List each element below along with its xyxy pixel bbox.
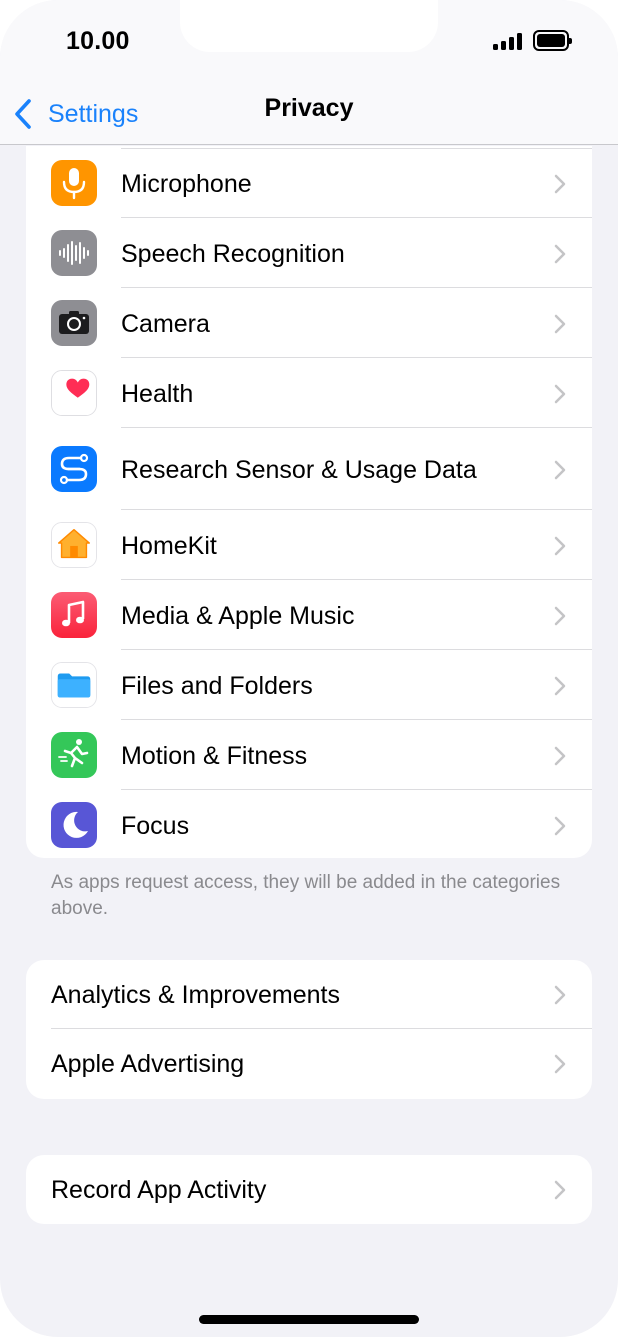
battery-icon xyxy=(533,30,572,51)
list-item-health[interactable]: Health xyxy=(26,358,592,428)
list-item-apple-advertising[interactable]: Apple Advertising xyxy=(26,1029,592,1099)
list-item-label: Research Sensor & Usage Data xyxy=(121,456,477,484)
list-item-record-app-activity[interactable]: Record App Activity xyxy=(26,1155,592,1224)
section-footer-note: As apps request access, they will be add… xyxy=(51,872,561,919)
camera-icon xyxy=(51,300,97,346)
microphone-icon xyxy=(51,160,97,206)
list-item-research-sensor[interactable]: Research Sensor & Usage Data xyxy=(26,428,592,510)
list-item-label: Microphone xyxy=(121,170,252,198)
list-item-label: Focus xyxy=(121,812,190,840)
list-item-label: Health xyxy=(121,380,194,408)
phone-screen: 10.00 Settings Privacy Microphone Speech xyxy=(0,0,618,1337)
chevron-right-icon xyxy=(554,536,566,556)
list-item-label: Analytics & Improvements xyxy=(51,981,340,1009)
page-title: Privacy xyxy=(264,94,354,122)
running-figure-icon xyxy=(51,732,97,778)
home-indicator[interactable] xyxy=(199,1315,419,1324)
list-item-label: Record App Activity xyxy=(51,1176,267,1204)
privacy-categories-list: Microphone Speech Recognition Camera Hea… xyxy=(26,146,592,858)
list-item-focus[interactable]: Focus xyxy=(26,790,592,858)
music-note-icon xyxy=(51,592,97,638)
chevron-right-icon xyxy=(554,174,566,194)
status-bar: 10.00 xyxy=(0,0,618,84)
notch xyxy=(180,0,438,52)
list-item-label: Apple Advertising xyxy=(51,1050,245,1078)
analytics-advertising-list: Analytics & Improvements Apple Advertisi… xyxy=(26,960,592,1099)
research-icon xyxy=(51,446,97,492)
list-item-analytics-improvements[interactable]: Analytics & Improvements xyxy=(26,960,592,1029)
navigation-bar: Settings Privacy xyxy=(0,84,618,145)
list-item-files-and-folders[interactable]: Files and Folders xyxy=(26,650,592,720)
chevron-right-icon xyxy=(554,460,566,480)
chevron-right-icon xyxy=(554,384,566,404)
list-item-media-apple-music[interactable]: Media & Apple Music xyxy=(26,580,592,650)
list-item-label: Files and Folders xyxy=(121,672,313,700)
chevron-right-icon xyxy=(554,676,566,696)
list-item-homekit[interactable]: HomeKit xyxy=(26,510,592,580)
waveform-icon xyxy=(51,230,97,276)
list-item-label: Camera xyxy=(121,310,210,338)
chevron-right-icon xyxy=(554,1054,566,1074)
list-item-label: Media & Apple Music xyxy=(121,602,355,630)
list-item-camera[interactable]: Camera xyxy=(26,288,592,358)
list-item-label: Speech Recognition xyxy=(121,240,345,268)
chevron-right-icon xyxy=(554,606,566,626)
home-icon xyxy=(51,522,97,568)
folder-icon xyxy=(51,662,97,708)
chevron-right-icon xyxy=(554,314,566,334)
app-activity-list: Record App Activity xyxy=(26,1155,592,1224)
chevron-right-icon xyxy=(554,746,566,766)
cellular-signal-icon xyxy=(493,32,525,50)
chevron-right-icon xyxy=(554,1180,566,1200)
list-item-label: HomeKit xyxy=(121,532,217,560)
chevron-right-icon xyxy=(554,244,566,264)
moon-icon xyxy=(51,802,97,848)
list-item-speech-recognition[interactable]: Speech Recognition xyxy=(26,218,592,288)
chevron-right-icon xyxy=(554,816,566,836)
heart-icon xyxy=(51,370,97,416)
chevron-right-icon xyxy=(554,985,566,1005)
list-item-microphone[interactable]: Microphone xyxy=(26,146,592,218)
list-item-motion-fitness[interactable]: Motion & Fitness xyxy=(26,720,592,790)
list-item-label: Motion & Fitness xyxy=(121,742,308,770)
status-time: 10.00 xyxy=(66,27,130,55)
